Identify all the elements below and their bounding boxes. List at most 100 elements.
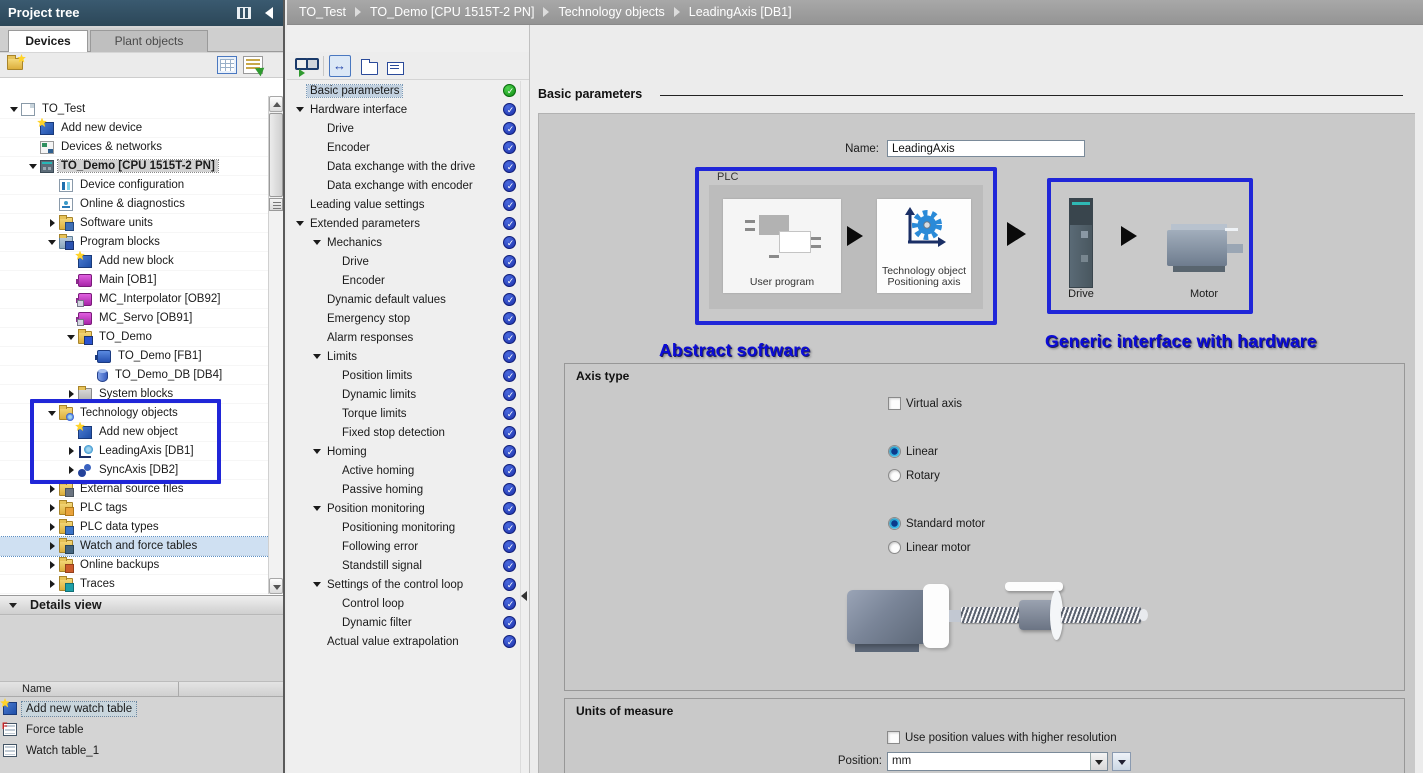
expand-icon[interactable] bbox=[46, 502, 59, 515]
tree-item-label[interactable]: MC_Interpolator [OB92] bbox=[96, 293, 223, 305]
nav-item[interactable]: Encoder bbox=[287, 138, 529, 157]
nav-item-label[interactable]: Extended parameters bbox=[307, 218, 423, 230]
nav-item[interactable]: Homing bbox=[287, 442, 529, 461]
tree-item-label[interactable]: TO_Test bbox=[39, 103, 88, 115]
nav-item[interactable]: Positioning monitoring bbox=[287, 518, 529, 537]
nav-item-label[interactable]: Basic parameters bbox=[307, 85, 402, 97]
nav-item[interactable]: Settings of the control loop bbox=[287, 575, 529, 594]
higher-resolution-checkbox[interactable] bbox=[887, 731, 900, 744]
tree-item[interactable]: MC_Interpolator [OB92] bbox=[0, 290, 283, 309]
expand-icon[interactable] bbox=[294, 217, 307, 230]
tree-item-label[interactable]: Main [OB1] bbox=[96, 274, 160, 286]
tree-item[interactable]: Add new device bbox=[0, 119, 283, 138]
tree-item[interactable]: Online backups bbox=[0, 556, 283, 575]
tree-item[interactable]: Software units bbox=[0, 214, 283, 233]
unit-dropdown-button[interactable] bbox=[1112, 752, 1131, 771]
chevron-down-icon[interactable] bbox=[9, 603, 17, 608]
tree-item[interactable]: TO_Demo [FB1] bbox=[0, 347, 283, 366]
tree-item[interactable]: TO_Test bbox=[0, 100, 283, 119]
rotary-radio[interactable] bbox=[888, 469, 901, 482]
tree-item-label[interactable]: MC_Servo [OB91] bbox=[96, 312, 195, 324]
nav-item-label[interactable]: Positioning monitoring bbox=[339, 522, 458, 534]
nav-item-label[interactable]: Dynamic filter bbox=[339, 617, 415, 629]
nav-item[interactable]: Passive homing bbox=[287, 480, 529, 499]
virtual-axis-checkbox[interactable] bbox=[888, 397, 901, 410]
add-new-folder-icon[interactable] bbox=[7, 58, 23, 70]
tree-item-label[interactable]: TO_Demo [CPU 1515T-2 PN] bbox=[58, 160, 218, 172]
expand-icon[interactable] bbox=[27, 160, 40, 173]
nav-item-label[interactable]: Active homing bbox=[339, 465, 417, 477]
tree-item[interactable]: PLC data types bbox=[0, 518, 283, 537]
tree-item[interactable]: Online & diagnostics bbox=[0, 195, 283, 214]
tree-item[interactable]: TO_Demo bbox=[0, 328, 283, 347]
details-name-column-header[interactable]: Name bbox=[0, 681, 283, 697]
nav-item[interactable]: Control loop bbox=[287, 594, 529, 613]
nav-item[interactable]: Alarm responses bbox=[287, 328, 529, 347]
nav-item[interactable]: Fixed stop detection bbox=[287, 423, 529, 442]
expand-icon[interactable] bbox=[311, 350, 324, 363]
tree-item[interactable]: TO_Demo_DB [DB4] bbox=[0, 366, 283, 385]
expand-icon[interactable] bbox=[46, 483, 59, 496]
tree-item-label[interactable]: Software units bbox=[77, 217, 156, 229]
tree-item[interactable]: Devices & networks bbox=[0, 138, 283, 157]
nav-item[interactable]: Dynamic limits bbox=[287, 385, 529, 404]
nav-item-label[interactable]: Encoder bbox=[339, 275, 388, 287]
nav-item-label[interactable]: Fixed stop detection bbox=[339, 427, 448, 439]
expand-icon[interactable] bbox=[46, 578, 59, 591]
scrollbar-thumb[interactable] bbox=[269, 113, 283, 197]
nav-item[interactable]: Standstill signal bbox=[287, 556, 529, 575]
linear-motor-radio[interactable] bbox=[888, 541, 901, 554]
nav-item[interactable]: Leading value settings bbox=[287, 195, 529, 214]
nav-item-label[interactable]: Mechanics bbox=[324, 237, 385, 249]
nav-item[interactable]: Extended parameters bbox=[287, 214, 529, 233]
tree-item-label[interactable]: Add new block bbox=[96, 255, 177, 267]
nav-item[interactable]: Drive bbox=[287, 119, 529, 138]
breadcrumb-item[interactable]: TO_Demo [CPU 1515T-2 PN] bbox=[370, 5, 534, 19]
nav-item-label[interactable]: Alarm responses bbox=[324, 332, 416, 344]
expand-icon[interactable] bbox=[46, 559, 59, 572]
standard-motor-radio[interactable] bbox=[888, 517, 901, 530]
expand-icon[interactable] bbox=[46, 236, 59, 249]
tree-item-label[interactable]: TO_Demo_DB [DB4] bbox=[112, 369, 225, 381]
nav-item[interactable]: Data exchange with encoder bbox=[287, 176, 529, 195]
breadcrumb-item[interactable]: Technology objects bbox=[558, 5, 664, 19]
nav-item-label[interactable]: Dynamic limits bbox=[339, 389, 419, 401]
scroll-down-icon[interactable] bbox=[269, 578, 283, 594]
nav-item[interactable]: Mechanics bbox=[287, 233, 529, 252]
tab-devices[interactable]: Devices bbox=[8, 30, 88, 52]
nav-item-label[interactable]: Control loop bbox=[339, 598, 407, 610]
nav-item[interactable]: Hardware interface bbox=[287, 100, 529, 119]
splitter-handle-icon[interactable] bbox=[521, 591, 527, 601]
expand-all-icon[interactable] bbox=[357, 55, 379, 77]
details-row[interactable]: Add new watch table bbox=[0, 698, 283, 719]
tree-item[interactable]: Add new block bbox=[0, 252, 283, 271]
details-row-label[interactable]: Force table bbox=[22, 723, 88, 737]
tree-item-label[interactable]: Watch and force tables bbox=[77, 540, 200, 552]
dropdown-arrow-icon[interactable] bbox=[1090, 753, 1107, 770]
tree-item[interactable]: Program blocks bbox=[0, 233, 283, 252]
export-table-icon[interactable] bbox=[243, 56, 263, 74]
expand-icon[interactable] bbox=[294, 103, 307, 116]
nav-item-label[interactable]: Actual value extrapolation bbox=[324, 636, 462, 648]
nav-item-label[interactable]: Position limits bbox=[339, 370, 415, 382]
tree-item-label[interactable]: External source files bbox=[77, 483, 187, 495]
collapse-all-icon[interactable] bbox=[383, 55, 405, 77]
nav-item-label[interactable]: Encoder bbox=[324, 142, 373, 154]
tree-item-label[interactable]: TO_Demo bbox=[96, 331, 155, 343]
nav-item[interactable]: Emergency stop bbox=[287, 309, 529, 328]
tree-item-label[interactable]: PLC tags bbox=[77, 502, 130, 514]
scrollbar-grip[interactable] bbox=[269, 198, 283, 211]
monitor-mode-icon[interactable] bbox=[295, 58, 317, 68]
expand-icon[interactable] bbox=[311, 445, 324, 458]
tree-item[interactable]: PLC tags bbox=[0, 499, 283, 518]
column-view-icon[interactable] bbox=[237, 7, 251, 19]
nav-item[interactable]: Actual value extrapolation bbox=[287, 632, 529, 651]
tree-item[interactable]: Watch and force tables bbox=[0, 537, 283, 556]
nav-item-label[interactable]: Leading value settings bbox=[307, 199, 427, 211]
expand-icon[interactable] bbox=[311, 578, 324, 591]
nav-item[interactable]: Basic parameters bbox=[287, 81, 529, 100]
tree-item[interactable]: Device configuration bbox=[0, 176, 283, 195]
tree-item[interactable]: Traces bbox=[0, 575, 283, 594]
expand-icon[interactable] bbox=[46, 217, 59, 230]
nav-item-label[interactable]: Position monitoring bbox=[324, 503, 428, 515]
